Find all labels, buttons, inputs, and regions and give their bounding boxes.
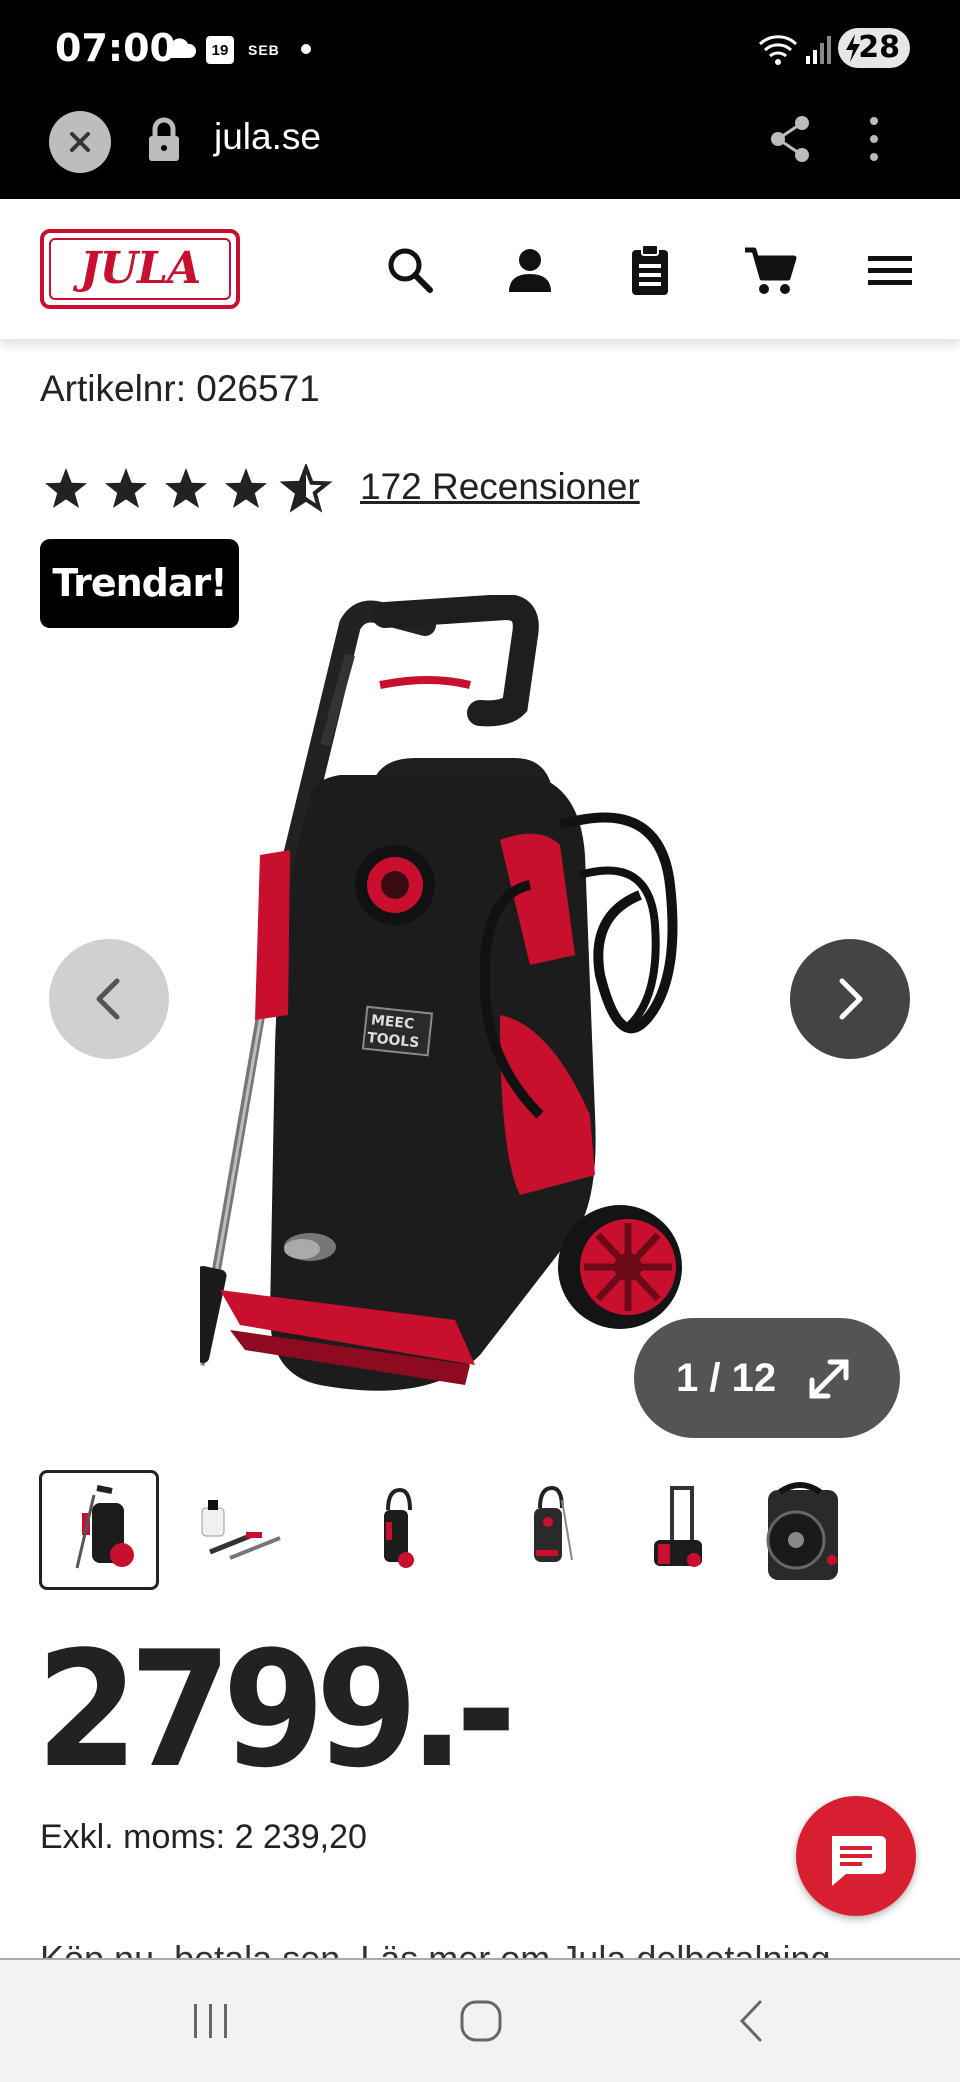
menu-icon[interactable] xyxy=(860,240,920,300)
search-icon[interactable] xyxy=(380,240,440,300)
wifi-icon xyxy=(758,35,798,65)
url-text[interactable]: jula.se xyxy=(214,116,321,158)
star-icon xyxy=(105,468,147,508)
account-icon[interactable] xyxy=(500,240,560,300)
cart-icon[interactable] xyxy=(740,240,800,300)
close-icon xyxy=(70,132,90,152)
star-icon xyxy=(225,468,267,508)
price-excluding-vat: Exkl. moms: 2 239,20 xyxy=(40,1818,367,1856)
reviews-link[interactable]: 172 Recensioner xyxy=(360,466,640,508)
expand-icon xyxy=(809,1359,849,1399)
star-icon xyxy=(45,468,87,508)
thumbnail-1[interactable] xyxy=(39,1470,159,1590)
browser-toolbar xyxy=(0,100,960,199)
half-star-icon xyxy=(283,466,329,510)
calendar-icon: 19 xyxy=(206,36,234,64)
cloud-icon xyxy=(166,38,197,58)
battery-indicator: 28 xyxy=(838,28,910,68)
status-bar: 07:00 19 SEB 28 xyxy=(0,0,960,100)
star-icon xyxy=(165,468,207,508)
system-navigation-bar xyxy=(0,1958,960,2082)
article-number: Artikelnr: 026571 xyxy=(40,368,320,409)
close-tab-button[interactable] xyxy=(49,111,111,173)
thumbnail-6[interactable] xyxy=(760,1470,880,1590)
image-counter-fullscreen-button[interactable]: 1 / 12 xyxy=(634,1318,900,1438)
thumbnail-4[interactable] xyxy=(490,1470,610,1590)
status-time: 07:00 xyxy=(55,26,176,70)
chat-icon xyxy=(832,1836,886,1886)
product-image[interactable]: MEEC TOOLS xyxy=(200,595,760,1405)
more-options-icon[interactable] xyxy=(866,114,882,164)
home-icon[interactable] xyxy=(456,1998,506,2044)
rating-stars xyxy=(45,466,329,510)
recent-apps-icon[interactable] xyxy=(186,1998,236,2044)
chevron-right-icon xyxy=(839,978,863,1020)
battery-level: 28 xyxy=(858,30,900,65)
seb-app-icon: SEB xyxy=(248,42,280,58)
shopping-list-icon[interactable] xyxy=(620,240,680,300)
image-counter: 1 / 12 xyxy=(676,1356,777,1400)
charging-icon xyxy=(846,34,860,62)
logo-text: JULA xyxy=(49,238,231,300)
chevron-left-icon xyxy=(96,978,120,1020)
thumbnail-3[interactable] xyxy=(340,1470,460,1590)
next-image-button[interactable] xyxy=(790,939,910,1059)
product-price: 2799.- xyxy=(36,1616,517,1803)
thumbnail-5[interactable] xyxy=(620,1470,740,1590)
chat-button[interactable] xyxy=(796,1796,916,1916)
previous-image-button[interactable] xyxy=(49,939,169,1059)
share-icon[interactable] xyxy=(768,114,812,164)
lock-icon xyxy=(149,117,179,161)
back-icon[interactable] xyxy=(728,1998,778,2044)
jula-logo[interactable]: JULA xyxy=(40,229,240,309)
notification-dot xyxy=(301,44,311,54)
signal-icon xyxy=(806,36,831,64)
thumbnail-2[interactable] xyxy=(190,1470,310,1590)
